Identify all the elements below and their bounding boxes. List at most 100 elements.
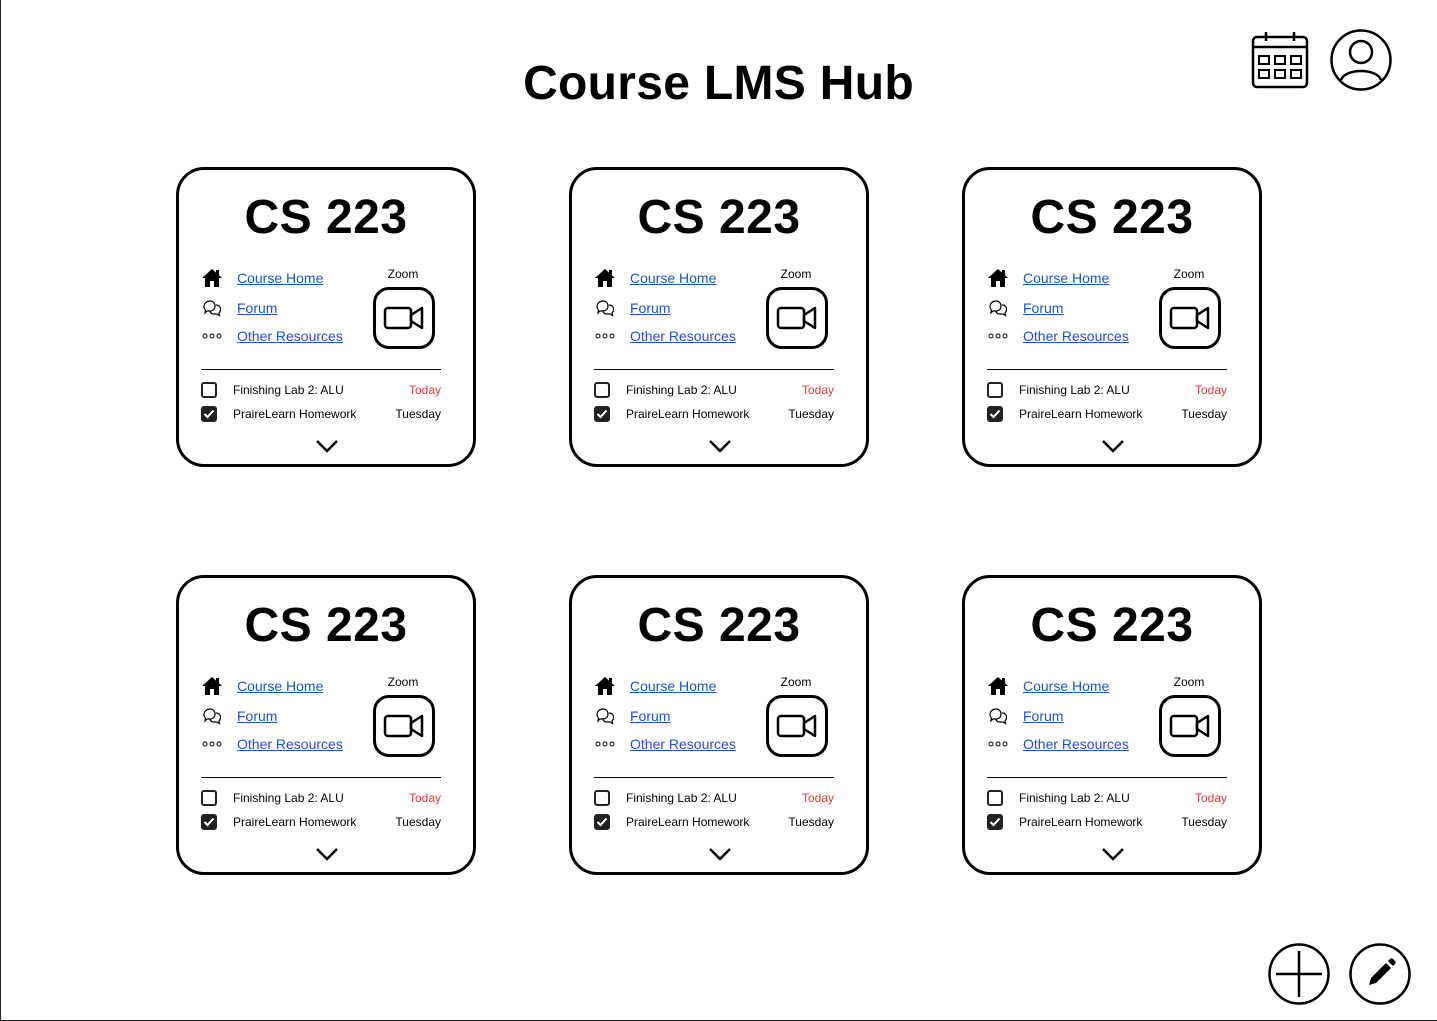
course-home-link[interactable]: Course Home [630, 678, 716, 694]
course-home-link-row: Course Home [201, 267, 323, 289]
divider [987, 777, 1227, 778]
course-home-link[interactable]: Course Home [630, 270, 716, 286]
task-due-date: Tuesday [395, 407, 441, 421]
forum-icon-wrap [987, 297, 1009, 319]
expand-button[interactable] [708, 438, 732, 454]
task-checkbox[interactable] [201, 382, 217, 398]
task-checkbox[interactable] [201, 406, 217, 422]
expand-button[interactable] [315, 438, 339, 454]
task-checkbox[interactable] [987, 790, 1003, 806]
home-icon [202, 677, 222, 695]
expand-button[interactable] [708, 846, 732, 862]
course-card[interactable]: CS 223 Course Home Forum Other Resources Zoo… [569, 575, 869, 875]
course-title: CS 223 [1030, 191, 1194, 244]
forum-link[interactable]: Forum [1023, 300, 1063, 316]
forum-link[interactable]: Forum [237, 708, 277, 724]
other-resources-link-row: Other Resources [594, 325, 736, 347]
edit-button[interactable] [1349, 943, 1411, 1005]
home-icon [202, 269, 222, 287]
chevron-down-icon [709, 440, 731, 453]
home-icon-wrap [594, 675, 616, 697]
task-name: PraireLearn Homework [626, 407, 750, 421]
task-due-date: Tuesday [788, 815, 834, 829]
other-resources-link[interactable]: Other Resources [237, 328, 343, 344]
task-item: Finishing Lab 2: ALU Today [594, 380, 834, 400]
zoom-button[interactable] [766, 695, 828, 757]
forum-link[interactable]: Forum [237, 300, 277, 316]
expand-button[interactable] [315, 846, 339, 862]
task-due-date: Today [1194, 383, 1227, 397]
course-home-link[interactable]: Course Home [237, 678, 323, 694]
other-resources-link[interactable]: Other Resources [237, 736, 343, 752]
video-camera-icon [1169, 306, 1210, 330]
task-name: Finishing Lab 2: ALU [1019, 383, 1130, 397]
task-checkbox[interactable] [201, 814, 217, 830]
calendar-icon [1251, 32, 1309, 89]
expand-button[interactable] [1101, 438, 1125, 454]
home-icon [595, 677, 615, 695]
home-icon-wrap [594, 267, 616, 289]
course-home-link[interactable]: Course Home [1023, 678, 1109, 694]
video-camera-icon [383, 714, 424, 738]
course-card[interactable]: CS 223 Course Home Forum Other Resources Zoo… [569, 167, 869, 467]
task-checkbox[interactable] [594, 790, 610, 806]
task-checkbox[interactable] [594, 382, 610, 398]
forum-link[interactable]: Forum [630, 708, 670, 724]
task-checkbox[interactable] [594, 406, 610, 422]
zoom-button[interactable] [373, 695, 435, 757]
other-resources-link[interactable]: Other Resources [630, 328, 736, 344]
task-checkbox[interactable] [987, 406, 1003, 422]
profile-button[interactable] [1329, 28, 1393, 92]
task-item: PraireLearn Homework Tuesday [201, 404, 441, 424]
course-card[interactable]: CS 223 Course Home Forum Other Resources Zoo… [962, 167, 1262, 467]
task-item: PraireLearn Homework Tuesday [594, 812, 834, 832]
course-title: CS 223 [637, 191, 801, 244]
course-home-link-row: Course Home [201, 675, 323, 697]
task-checkbox[interactable] [987, 382, 1003, 398]
other-resources-link[interactable]: Other Resources [1023, 328, 1129, 344]
forum-icon-wrap [201, 705, 223, 727]
video-camera-icon [383, 306, 424, 330]
course-card[interactable]: CS 223 Course Home Forum Other Resources Zoo… [962, 575, 1262, 875]
zoom-button[interactable] [1159, 695, 1221, 757]
add-course-button[interactable] [1268, 943, 1330, 1005]
course-grid: CS 223 Course Home Forum Other Resources Zoo… [176, 167, 1262, 875]
chevron-down-icon [1102, 848, 1124, 861]
more-icon-wrap [987, 733, 1009, 755]
forum-link-row: Forum [201, 705, 277, 727]
calendar-button[interactable] [1250, 30, 1310, 90]
forum-icon-wrap [201, 297, 223, 319]
divider [201, 369, 441, 370]
task-checkbox[interactable] [594, 814, 610, 830]
task-item: Finishing Lab 2: ALU Today [987, 788, 1227, 808]
expand-button[interactable] [1101, 846, 1125, 862]
forum-icon [203, 708, 222, 725]
forum-link[interactable]: Forum [630, 300, 670, 316]
zoom-button[interactable] [766, 287, 828, 349]
home-icon [988, 677, 1008, 695]
more-icon-wrap [594, 733, 616, 755]
forum-link[interactable]: Forum [1023, 708, 1063, 724]
divider [594, 369, 834, 370]
more-icon [988, 333, 1008, 339]
video-camera-icon [1169, 714, 1210, 738]
other-resources-link[interactable]: Other Resources [1023, 736, 1129, 752]
task-checkbox[interactable] [987, 814, 1003, 830]
task-due-date: Tuesday [1181, 815, 1227, 829]
task-item: Finishing Lab 2: ALU Today [594, 788, 834, 808]
more-icon [595, 741, 615, 747]
course-home-link[interactable]: Course Home [1023, 270, 1109, 286]
zoom-button[interactable] [1159, 287, 1221, 349]
task-due-date: Today [408, 383, 441, 397]
other-resources-link[interactable]: Other Resources [630, 736, 736, 752]
course-card[interactable]: CS 223 Course Home Forum Other Resources Zoo… [176, 575, 476, 875]
task-checkbox[interactable] [201, 790, 217, 806]
course-home-link[interactable]: Course Home [237, 270, 323, 286]
course-home-link-row: Course Home [987, 675, 1109, 697]
course-card[interactable]: CS 223 Course Home Forum Other Resources Zoo… [176, 167, 476, 467]
home-icon [988, 269, 1008, 287]
zoom-label: Zoom [387, 675, 419, 689]
more-icon [988, 741, 1008, 747]
zoom-button[interactable] [373, 287, 435, 349]
course-title: CS 223 [244, 599, 408, 652]
